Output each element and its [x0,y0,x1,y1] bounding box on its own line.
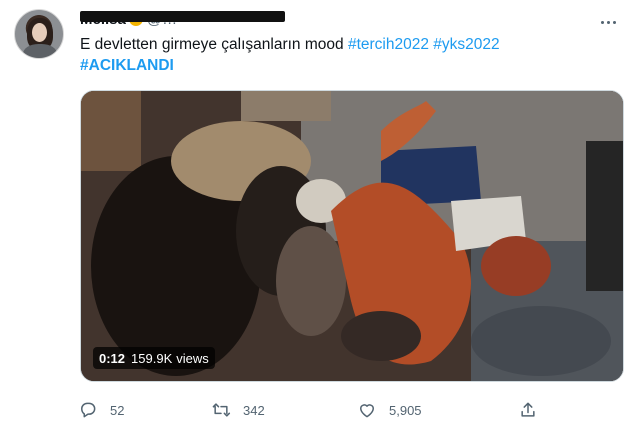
reply-icon [81,402,96,418]
retweet-icon [212,403,231,417]
hashtag-link[interactable]: #yks2022 [433,36,499,53]
like-button[interactable]: 5,905 [357,398,422,422]
retweet-count: 342 [243,402,265,418]
views-label: views [176,350,209,366]
video-frame [81,91,623,381]
share-icon [521,402,535,417]
avatar[interactable] [14,9,64,59]
hashtag-link[interactable]: #ACIKLANDI [80,57,174,74]
heart-icon [360,404,374,418]
video-duration-views: 0:12 159.9K views [93,347,215,369]
reply-count: 52 [110,402,125,418]
share-button[interactable] [518,398,538,422]
reply-button[interactable]: 52 [78,398,124,422]
tweet-card[interactable]: Melisa @… E devletten girmeye çalışanlar… [0,0,640,428]
video-player[interactable]: 0:12 159.9K views [80,90,624,382]
tweet-text: E devletten girmeye çalışanların mood #t… [80,34,600,76]
tweet-text-body: E devletten girmeye çalışanların mood [80,36,348,53]
more-horizontal-icon[interactable] [596,10,620,34]
view-count: 159.9K [131,350,173,366]
redaction-bar [80,11,285,22]
hashtag-link[interactable]: #tercih2022 [348,36,429,53]
action-bar: 52 342 5,905 [78,398,548,422]
avatar-body [23,44,57,58]
retweet-button[interactable]: 342 [211,398,265,422]
like-count: 5,905 [389,402,422,418]
video-duration: 0:12 [99,350,126,366]
avatar-face [32,23,47,42]
